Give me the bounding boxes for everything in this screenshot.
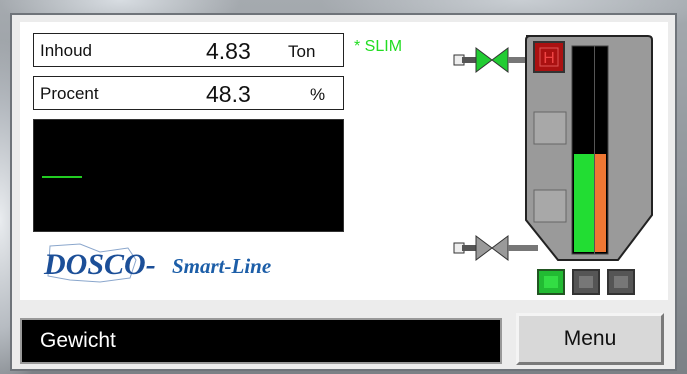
- status-text: Gewicht: [40, 329, 116, 352]
- trend-line: [42, 176, 82, 178]
- level-bar-left: [574, 154, 594, 252]
- outlet-valve-icon[interactable]: [453, 235, 538, 261]
- status-bar: Gewicht: [20, 318, 502, 364]
- procent-label: Procent: [40, 84, 99, 103]
- mid-sensor: [533, 111, 567, 145]
- trend-graph: [33, 119, 344, 232]
- dosco-logo: DOSCO- Smart-Line: [40, 238, 340, 288]
- logo-product: Smart-Line: [172, 254, 272, 278]
- inlet-valve-icon[interactable]: [453, 47, 526, 73]
- high-alarm-indicator: H: [533, 41, 565, 73]
- inhoud-field: Inhoud 4.83 Ton: [33, 33, 344, 67]
- silo-diagram: H: [440, 30, 670, 300]
- procent-value: 48.3: [206, 81, 251, 107]
- procent-unit: %: [310, 85, 326, 104]
- inhoud-label: Inhoud: [40, 41, 92, 60]
- low-sensor: [533, 189, 567, 223]
- logo-brand: DOSCO-: [44, 248, 156, 281]
- level-bar-right: [595, 154, 606, 252]
- alarm-label: H: [543, 50, 555, 67]
- inhoud-unit: Ton: [288, 42, 316, 61]
- procent-field: Procent 48.3 %: [33, 76, 344, 110]
- slim-status: * SLIM: [354, 38, 403, 55]
- inhoud-value: 4.83: [206, 38, 251, 64]
- menu-button[interactable]: Menu: [516, 313, 664, 365]
